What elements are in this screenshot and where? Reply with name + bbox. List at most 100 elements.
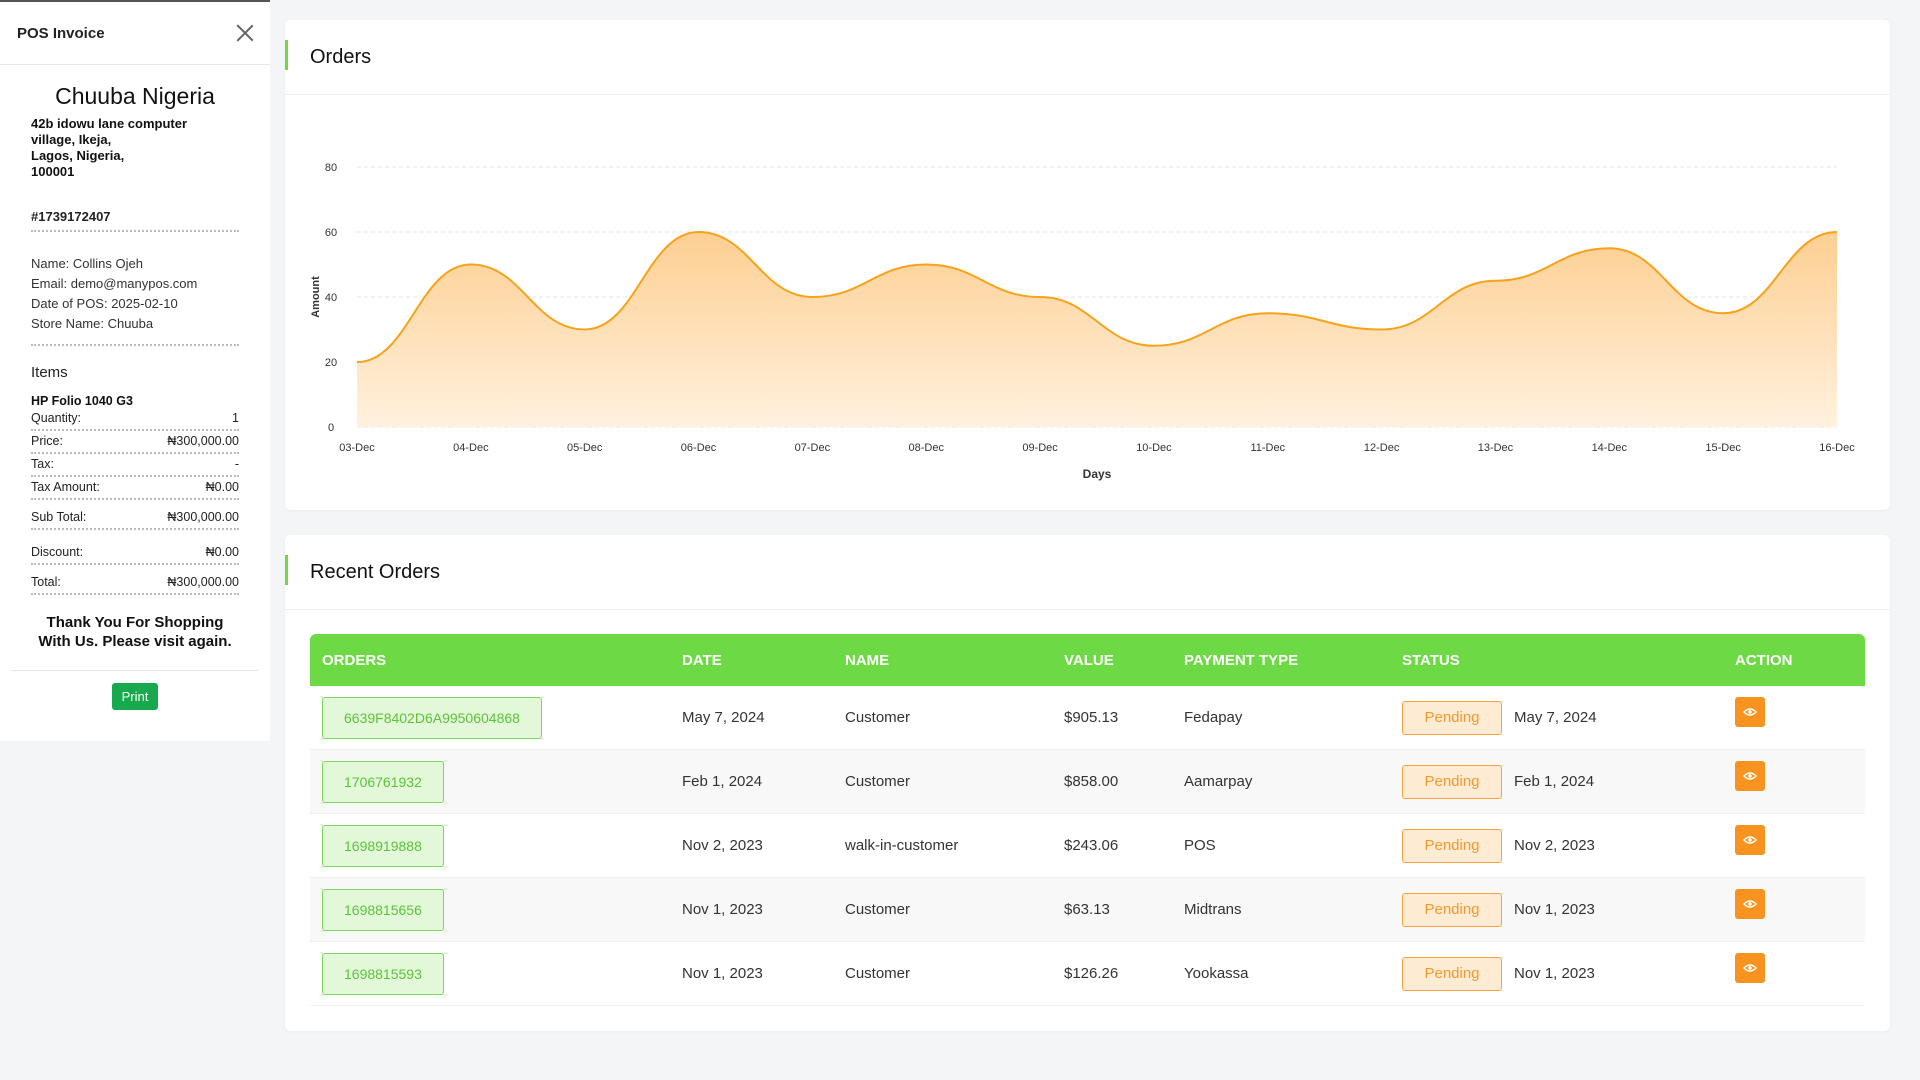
status-date: Nov 1, 2023 <box>1514 965 1595 982</box>
recent-orders-table: ORDERS DATE NAME VALUE PAYMENT TYPE STAT… <box>310 634 1865 1006</box>
status-badge: Pending <box>1402 828 1502 863</box>
invoice-number: #1739172407 <box>31 209 239 232</box>
y-tick-label: 40 <box>325 292 337 304</box>
x-tick-label: 16-Dec <box>1819 442 1855 454</box>
eye-icon <box>1743 707 1757 716</box>
x-tick-label: 08-Dec <box>908 442 944 454</box>
customer-name: Customer <box>845 965 911 982</box>
orders-title: Orders <box>310 45 372 68</box>
payment-type: Yookassa <box>1184 965 1249 982</box>
header-value[interactable]: VALUE <box>1064 652 1184 669</box>
header-name[interactable]: NAME <box>845 652 1064 669</box>
x-tick-label: 14-Dec <box>1592 442 1628 454</box>
x-tick-label: 13-Dec <box>1478 442 1514 454</box>
close-icon[interactable] <box>236 24 254 42</box>
header-payment-type[interactable]: PAYMENT TYPE <box>1184 652 1402 669</box>
view-order-button[interactable] <box>1735 952 1765 983</box>
customer-email: Email: demo@manypos.com <box>31 276 198 291</box>
address-line: 42b idowu lane computer village, Ikeja, <box>31 116 188 147</box>
table-row: 1698815656 Nov 1, 2023 Customer $63.13 M… <box>310 878 1865 942</box>
customer-name: Customer <box>845 773 911 790</box>
header-status[interactable]: STATUS <box>1402 652 1735 669</box>
order-id-link[interactable]: 1698815656 <box>322 888 444 931</box>
price-row: Price: ₦300,000.00 <box>31 431 239 454</box>
subtotal-row: Sub Total: ₦300,000.00 <box>31 507 239 530</box>
payment-type: Midtrans <box>1184 901 1242 918</box>
x-tick-label: 11-Dec <box>1250 442 1285 454</box>
x-tick-label: 12-Dec <box>1364 442 1400 454</box>
view-order-button[interactable] <box>1735 888 1765 919</box>
status-date: Nov 2, 2023 <box>1514 837 1595 854</box>
order-value: $63.13 <box>1064 901 1110 918</box>
x-tick-label: 05-Dec <box>567 442 603 454</box>
print-button[interactable]: Print <box>111 683 159 710</box>
invoice-header: POS Invoice <box>0 2 270 65</box>
store-address: 42b idowu lane computer village, Ikeja, … <box>31 116 201 180</box>
customer-info: Name: Collins Ojeh Email: demo@manypos.c… <box>31 254 239 346</box>
y-tick-label: 60 <box>325 227 337 239</box>
row-label: Price: <box>31 434 63 448</box>
view-order-button[interactable] <box>1735 760 1765 791</box>
x-tick-label: 10-Dec <box>1136 442 1172 454</box>
y-tick-label: 80 <box>325 162 337 174</box>
invoice-body: Chuuba Nigeria 42b idowu lane computer v… <box>0 65 270 651</box>
table-row: 6639F8402D6A9950604868 May 7, 2024 Custo… <box>310 686 1865 750</box>
eye-icon <box>1743 899 1757 908</box>
x-tick-label: 06-Dec <box>681 442 717 454</box>
customer-name: walk-in-customer <box>845 837 959 854</box>
order-id-link[interactable]: 1706761932 <box>322 760 444 803</box>
row-value: ₦0.00 <box>205 545 239 559</box>
orders-chart: 0 20 40 60 80 03-Dec 04-Dec 05-Dec 06-Dec 07-Dec… <box>310 162 1855 481</box>
x-axis-label: Days <box>1083 467 1112 481</box>
items-title: Items <box>31 364 68 381</box>
row-label: Tax: <box>31 457 54 471</box>
view-order-button[interactable] <box>1735 824 1765 855</box>
status-badge: Pending <box>1402 956 1502 991</box>
order-date: May 7, 2024 <box>682 709 765 726</box>
order-id-link[interactable]: 1698919888 <box>322 824 444 867</box>
divider <box>12 670 258 671</box>
row-value: ₦300,000.00 <box>167 575 239 589</box>
order-value: $243.06 <box>1064 837 1119 854</box>
customer-name: Name: Collins Ojeh <box>31 256 143 271</box>
status-badge: Pending <box>1402 764 1502 799</box>
order-value: $126.26 <box>1064 965 1119 982</box>
header-date[interactable]: DATE <box>682 652 845 669</box>
row-label: Total: <box>31 575 61 589</box>
total-row: Total: ₦300,000.00 <box>31 572 239 595</box>
eye-icon <box>1743 835 1757 844</box>
quantity-row: Quantity: 1 <box>31 408 239 431</box>
header-action: ACTION <box>1735 651 1793 669</box>
table-row: 1706761932 Feb 1, 2024 Customer $858.00 … <box>310 750 1865 814</box>
pos-date: Date of POS: 2025-02-10 <box>31 296 178 311</box>
x-tick-label: 09-Dec <box>1022 442 1058 454</box>
orders-card: Orders 0 20 40 60 80 03-Dec 04-Dec 05-Dec 06-De… <box>285 20 1890 510</box>
pos-invoice-panel: POS Invoice Chuuba Nigeria 42b idowu lan… <box>0 0 270 741</box>
payment-type: Aamarpay <box>1184 773 1253 790</box>
x-tick-label: 15-Dec <box>1705 442 1741 454</box>
thank-you-message: Thank You For Shopping With Us. Please v… <box>38 614 232 650</box>
view-order-button[interactable] <box>1735 696 1765 727</box>
recent-orders-card: Recent Orders ORDERS DATE NAME VALUE PAY… <box>285 535 1890 1031</box>
row-label: Tax Amount: <box>31 480 100 494</box>
x-tick-label: 07-Dec <box>795 442 831 454</box>
row-value: 1 <box>232 411 239 425</box>
store-label: Store Name: Chuuba <box>31 316 154 331</box>
order-id-link[interactable]: 6639F8402D6A9950604868 <box>322 696 542 739</box>
payment-type: Fedapay <box>1184 709 1243 726</box>
tax-amount-row: Tax Amount: ₦0.00 <box>31 477 239 500</box>
status-date: Feb 1, 2024 <box>1514 773 1595 790</box>
order-date: Nov 2, 2023 <box>682 837 763 854</box>
order-id-link[interactable]: 1698815593 <box>322 952 444 995</box>
x-tick-label: 03-Dec <box>339 442 375 454</box>
order-date: Nov 1, 2023 <box>682 901 763 918</box>
header-orders[interactable]: ORDERS <box>310 652 682 669</box>
eye-icon <box>1743 771 1757 780</box>
recent-orders-title: Recent Orders <box>310 560 441 583</box>
invoice-title: POS Invoice <box>17 24 105 42</box>
row-value: ₦0.00 <box>205 480 239 494</box>
y-tick-label: 20 <box>325 357 337 369</box>
order-date: Feb 1, 2024 <box>682 773 763 790</box>
address-line: Lagos, Nigeria, <box>31 148 125 163</box>
row-label: Discount: <box>31 545 84 559</box>
